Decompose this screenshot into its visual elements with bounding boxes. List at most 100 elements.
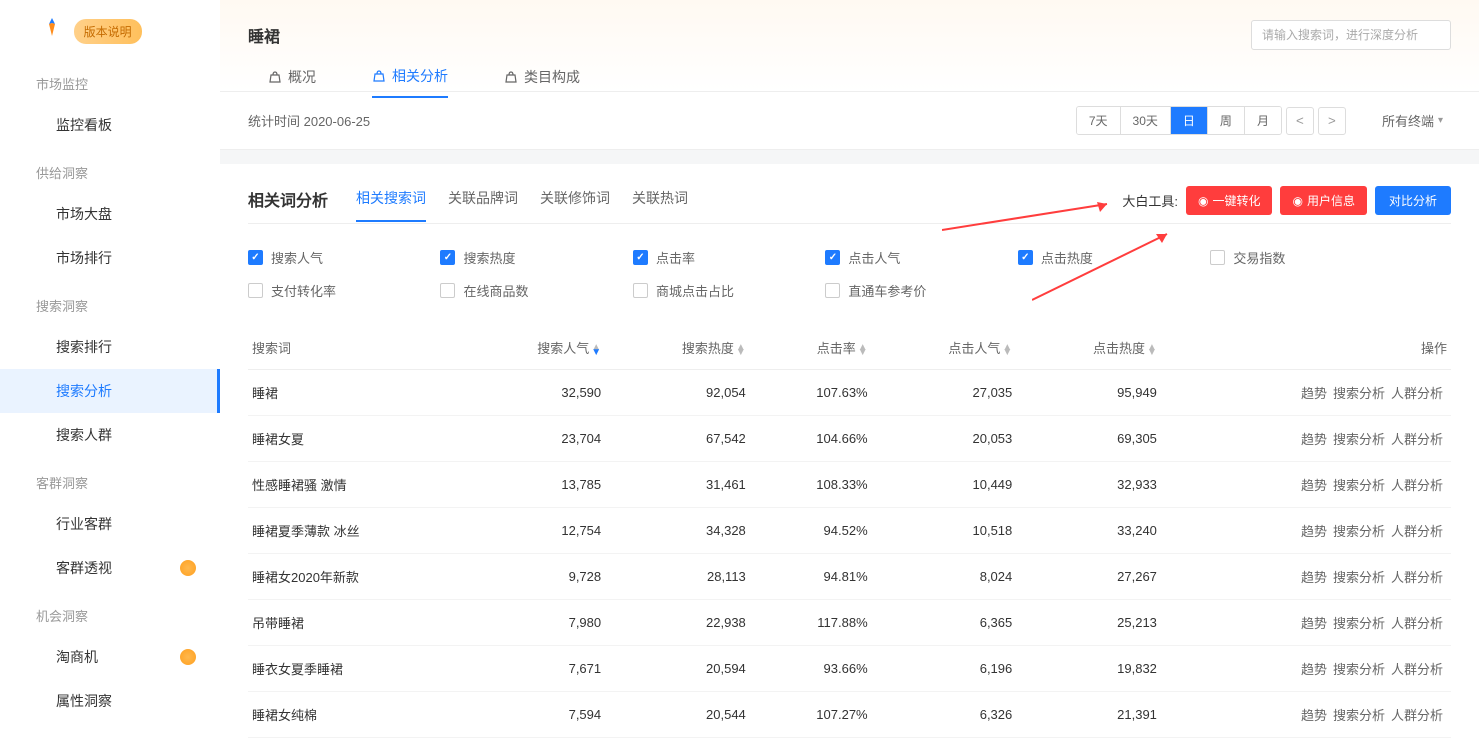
rocket-icon [40, 16, 64, 40]
sidebar-item[interactable]: 行业客群 [0, 502, 220, 546]
table-header[interactable]: 点击热度▲▼ [1020, 326, 1165, 370]
action-link[interactable]: 人群分析 [1391, 521, 1443, 540]
sub-tab[interactable]: 关联品牌词 [448, 188, 518, 222]
action-link[interactable]: 趋势 [1301, 383, 1327, 402]
action-link[interactable]: 趋势 [1301, 521, 1327, 540]
sort-icon: ▲▼ [1147, 345, 1157, 355]
keyword-cell: 睡裙夏季薄款 冰丝 [248, 508, 465, 554]
metric-checkbox[interactable]: 点击热度 [1018, 248, 1210, 267]
action-link[interactable]: 搜索分析 [1333, 383, 1385, 402]
sidebar-item[interactable]: 搜索排行 [0, 325, 220, 369]
sub-tab[interactable]: 相关搜索词 [356, 188, 426, 222]
table-header[interactable]: 点击率▲▼ [754, 326, 876, 370]
table-header[interactable]: 点击人气▲▼ [876, 326, 1021, 370]
table-header[interactable]: 搜索热度▲▼ [609, 326, 754, 370]
action-link[interactable]: 趋势 [1301, 613, 1327, 632]
action-link[interactable]: 人群分析 [1391, 659, 1443, 678]
action-link[interactable]: 趋势 [1301, 567, 1327, 586]
table-row: 睡衣女夏季睡裙7,67120,59493.66%6,19619,832趋势搜索分… [248, 646, 1451, 692]
metric-checkbox[interactable]: 支付转化率 [248, 281, 440, 300]
keyword-cell: 性感睡裙骚 激情 [248, 462, 465, 508]
sidebar-item[interactable]: 监控看板 [0, 103, 220, 147]
user-info-button[interactable]: ◉用户信息 [1280, 186, 1367, 215]
checkbox-icon [633, 250, 648, 265]
sidebar: 版本说明 市场监控监控看板供给洞察市场大盘市场排行搜索洞察搜索排行搜索分析搜索人… [0, 0, 220, 739]
checkbox-icon [248, 283, 263, 298]
table-header[interactable]: 搜索词 [248, 326, 465, 370]
action-link[interactable]: 搜索分析 [1333, 705, 1385, 724]
compare-analysis-button[interactable]: 对比分析 [1375, 186, 1451, 215]
header-tab[interactable]: 类目构成 [504, 66, 580, 98]
action-link[interactable]: 人群分析 [1391, 475, 1443, 494]
time-range-button[interactable]: 日 [1171, 107, 1208, 134]
terminal-select[interactable]: 所有终端 ▾ [1374, 107, 1451, 134]
sidebar-section-title: 供给洞察 [0, 153, 220, 192]
checkbox-icon [440, 250, 455, 265]
top-header: 睡裙 概况相关分析类目构成 [220, 0, 1479, 92]
table-header[interactable]: 操作 [1165, 326, 1451, 370]
metric-checkbox[interactable]: 点击人气 [825, 248, 1017, 267]
action-link[interactable]: 搜索分析 [1333, 475, 1385, 494]
table-row: 性感睡裙骚 激情13,78531,461108.33%10,44932,933趋… [248, 462, 1451, 508]
action-link[interactable]: 搜索分析 [1333, 659, 1385, 678]
action-link[interactable]: 趋势 [1301, 659, 1327, 678]
sub-tab[interactable]: 关联热词 [632, 188, 688, 222]
metric-checkbox[interactable]: 在线商品数 [440, 281, 632, 300]
sidebar-item[interactable]: 属性洞察 [0, 679, 220, 723]
search-input[interactable] [1251, 20, 1451, 50]
sidebar-section-title: 客群洞察 [0, 463, 220, 502]
checkbox-icon [825, 250, 840, 265]
action-link[interactable]: 人群分析 [1391, 383, 1443, 402]
keyword-cell: 睡衣女夏季睡裙 [248, 646, 465, 692]
sidebar-item[interactable]: 客群透视 [0, 546, 220, 590]
prev-button[interactable]: < [1286, 107, 1314, 135]
chevron-down-icon: ▾ [1438, 115, 1443, 126]
action-link[interactable]: 人群分析 [1391, 613, 1443, 632]
keyword-cell: 睡裙女夏 [248, 416, 465, 462]
time-range-button[interactable]: 周 [1208, 107, 1245, 134]
metric-checkbox[interactable]: 交易指数 [1210, 248, 1402, 267]
action-link[interactable]: 搜索分析 [1333, 613, 1385, 632]
action-link[interactable]: 趋势 [1301, 705, 1327, 724]
action-link[interactable]: 趋势 [1301, 429, 1327, 448]
sidebar-item[interactable]: 市场大盘 [0, 192, 220, 236]
action-link[interactable]: 人群分析 [1391, 567, 1443, 586]
action-link[interactable]: 趋势 [1301, 475, 1327, 494]
checkbox-icon [633, 283, 648, 298]
metric-checkbox[interactable]: 搜索人气 [248, 248, 440, 267]
action-link[interactable]: 人群分析 [1391, 705, 1443, 724]
header-tab[interactable]: 相关分析 [372, 66, 448, 98]
table-row: 睡裙女夏23,70467,542104.66%20,05369,305趋势搜索分… [248, 416, 1451, 462]
action-link[interactable]: 人群分析 [1391, 429, 1443, 448]
action-link[interactable]: 搜索分析 [1333, 567, 1385, 586]
action-link[interactable]: 搜索分析 [1333, 521, 1385, 540]
table-header[interactable]: 搜索人气▲▼ [465, 326, 610, 370]
time-range-button[interactable]: 30天 [1121, 107, 1171, 134]
chart-icon: ◉ [1198, 194, 1208, 208]
main: 睡裙 概况相关分析类目构成 统计时间 2020-06-25 7天30天日周月 <… [220, 0, 1479, 739]
header-tab[interactable]: 概况 [268, 66, 316, 98]
metric-checkbox[interactable]: 点击率 [633, 248, 825, 267]
checkbox-icon [1210, 250, 1225, 265]
keyword-cell: 睡裙 [248, 370, 465, 416]
metric-checkbox[interactable]: 商城点击占比 [633, 281, 825, 300]
time-range-button[interactable]: 月 [1245, 107, 1281, 134]
next-button[interactable]: > [1318, 107, 1346, 135]
sidebar-item[interactable]: 市场排行 [0, 236, 220, 280]
action-link[interactable]: 搜索分析 [1333, 429, 1385, 448]
sidebar-item[interactable]: 搜索人群 [0, 413, 220, 457]
sidebar-item[interactable]: 搜索分析 [0, 369, 220, 413]
table-row: 睡裙32,59092,054107.63%27,03595,949趋势搜索分析人… [248, 370, 1451, 416]
sidebar-item[interactable]: 淘商机 [0, 635, 220, 679]
time-range-button[interactable]: 7天 [1077, 107, 1121, 134]
metric-checkbox[interactable]: 直通车参考价 [825, 281, 1017, 300]
sub-tab[interactable]: 关联修饰词 [540, 188, 610, 222]
stat-time: 统计时间 2020-06-25 [248, 111, 370, 130]
version-badge[interactable]: 版本说明 [74, 19, 142, 44]
keyword-cell: 睡裙女纯棉 [248, 692, 465, 738]
sidebar-section-title: 市场监控 [0, 64, 220, 103]
checkbox-icon [248, 250, 263, 265]
metric-checkbox[interactable]: 搜索热度 [440, 248, 632, 267]
user-icon: ◉ [1292, 194, 1302, 208]
one-click-convert-button[interactable]: ◉一键转化 [1186, 186, 1273, 215]
